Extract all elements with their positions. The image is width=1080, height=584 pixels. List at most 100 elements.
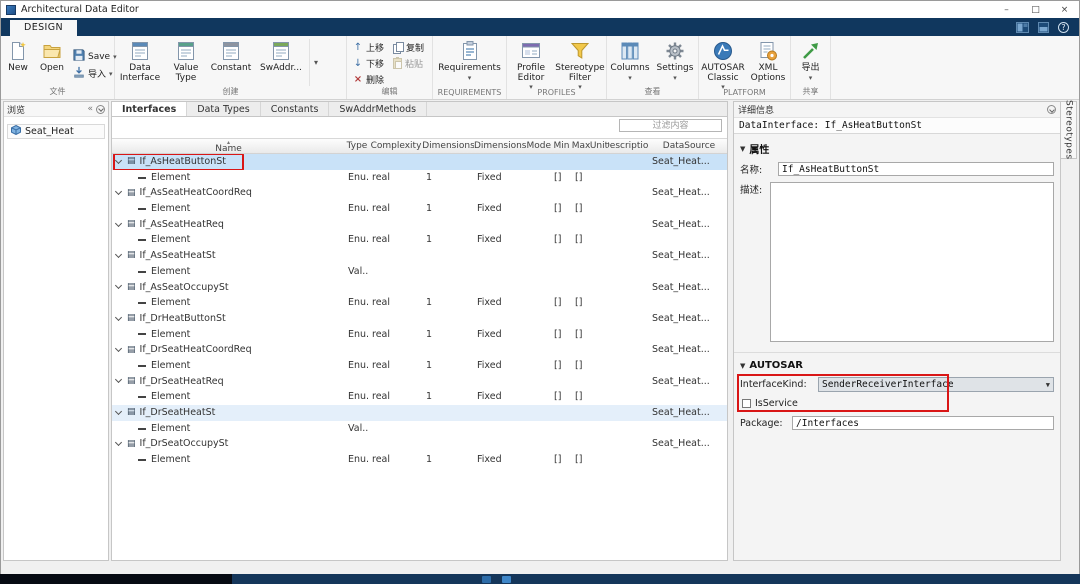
- column-header-complexity[interactable]: Complexity: [369, 139, 423, 153]
- xml-options-button[interactable]: XML Options: [747, 39, 789, 86]
- swaddr-button[interactable]: SwAddr...: [255, 39, 307, 86]
- chevron-down-icon[interactable]: [115, 282, 122, 289]
- element-dash-icon: [138, 239, 146, 241]
- settings-button[interactable]: Settings ▾: [653, 39, 697, 86]
- taskbar-app-icon[interactable]: [482, 576, 491, 583]
- window-layout-icon[interactable]: [1016, 18, 1029, 37]
- chevron-down-icon[interactable]: [115, 251, 122, 258]
- table-row[interactable]: ElementEnu...real1Fixed[][]: [112, 201, 727, 217]
- interface-kind-label: InterfaceKind:: [740, 379, 818, 390]
- column-header-dimensionsmode[interactable]: DimensionsMode: [474, 139, 551, 153]
- tab-interfaces[interactable]: Interfaces: [112, 102, 187, 116]
- constant-button[interactable]: Constant: [207, 39, 255, 86]
- cell-name: Element: [112, 452, 345, 468]
- panel-menu-icon[interactable]: [96, 105, 105, 114]
- chevron-down-icon[interactable]: [115, 220, 122, 227]
- column-header-name[interactable]: ▴Name: [112, 139, 345, 153]
- table-row[interactable]: ElementEnu...real1Fixed[][]: [112, 358, 727, 374]
- table-row[interactable]: ▤If_AsSeatHeatStSeat_Heat...: [112, 248, 727, 264]
- element-dash-icon: [138, 177, 146, 179]
- table-row[interactable]: ▤If_DrSeatHeatCoordReqSeat_Heat...: [112, 342, 727, 358]
- column-header-dimensions[interactable]: Dimensions: [423, 139, 474, 153]
- table-row[interactable]: ElementEnu...real1Fixed[][]: [112, 389, 727, 405]
- table-row[interactable]: ▤If_AsSeatOccupyStSeat_Heat...: [112, 280, 727, 296]
- table-row[interactable]: ElementVal...: [112, 264, 727, 280]
- close-button[interactable]: ×: [1050, 1, 1079, 18]
- ribbon-group-requirements: Requirements ▾ REQUIREMENTS: [433, 36, 507, 99]
- tree-item-label: Seat_Heat: [25, 126, 74, 137]
- move-up-button[interactable]: ↑上移: [351, 41, 386, 54]
- table-row[interactable]: ▤If_DrSeatHeatReqSeat_Heat...: [112, 374, 727, 390]
- table-row[interactable]: ▤If_AsSeatHeatCoordReqSeat_Heat...: [112, 185, 727, 201]
- table-row[interactable]: ElementEnu...real1Fixed[][]: [112, 170, 727, 186]
- cell-type: Enu...: [345, 327, 369, 343]
- data-interface-button[interactable]: Data Interface: [115, 39, 165, 86]
- value-type-button[interactable]: Value Type: [165, 39, 207, 86]
- column-header-max[interactable]: Max: [572, 139, 590, 153]
- chevron-down-icon[interactable]: [115, 188, 122, 195]
- collapse-panel-icon[interactable]: «: [87, 105, 93, 114]
- tab-design[interactable]: DESIGN: [10, 20, 77, 36]
- profile-editor-button[interactable]: Profile Editor ▾: [507, 39, 555, 86]
- column-header-min[interactable]: Min: [551, 139, 572, 153]
- requirements-button[interactable]: Requirements ▾: [437, 39, 503, 86]
- table-row[interactable]: ▤If_DrSeatOccupyStSeat_Heat...: [112, 436, 727, 452]
- minimize-button[interactable]: –: [992, 1, 1021, 18]
- tree-item-seat-heat[interactable]: Seat_Heat: [7, 124, 105, 139]
- table-row[interactable]: ElementVal...: [112, 421, 727, 437]
- table-row[interactable]: ElementEnu...real1Fixed[][]: [112, 232, 727, 248]
- interface-kind-dropdown[interactable]: SenderReceiverInterface ▼: [818, 377, 1054, 392]
- table-row[interactable]: ▤If_DrHeatButtonStSeat_Heat...: [112, 311, 727, 327]
- chevron-down-icon[interactable]: [115, 157, 122, 164]
- tab-constants[interactable]: Constants: [261, 102, 330, 116]
- taskbar-app-icon[interactable]: [502, 576, 511, 583]
- table-row[interactable]: ▤If_AsHeatButtonStSeat_Heat...: [112, 154, 727, 170]
- autosar-classic-button[interactable]: AUTOSAR Classic ▾: [699, 39, 747, 86]
- collapse-arrow-icon[interactable]: ▼: [740, 362, 745, 370]
- import-button[interactable]: 导入 ▾: [71, 67, 119, 80]
- collapse-arrow-icon[interactable]: ▼: [740, 145, 745, 153]
- copy-button[interactable]: 复制: [391, 41, 426, 54]
- gallery-expand-button[interactable]: ▾: [309, 39, 322, 86]
- maximize-button[interactable]: □: [1021, 1, 1050, 18]
- stereotypes-panel-tab[interactable]: Stereotypes: [1060, 101, 1077, 159]
- column-header-description[interactable]: Description: [608, 139, 649, 153]
- cell-name: Element: [112, 295, 345, 311]
- tab-swaddrmethods[interactable]: SwAddrMethods: [329, 102, 427, 116]
- chevron-down-icon[interactable]: [115, 376, 122, 383]
- browser-panel-header: 浏览 «: [4, 102, 108, 117]
- delete-button[interactable]: ×删除: [351, 73, 386, 86]
- paste-button[interactable]: 粘贴: [391, 57, 426, 70]
- is-service-checkbox[interactable]: [742, 399, 751, 408]
- chevron-down-icon[interactable]: [115, 408, 122, 415]
- import-icon: [73, 66, 85, 81]
- tab-data-types[interactable]: Data Types: [187, 102, 260, 116]
- open-button[interactable]: Open: [35, 39, 69, 86]
- chevron-down-icon[interactable]: [115, 439, 122, 446]
- column-header-datasource[interactable]: DataSource: [649, 139, 729, 153]
- help-icon[interactable]: ?: [1058, 22, 1069, 33]
- package-field[interactable]: [792, 416, 1054, 430]
- panels-icon[interactable]: [1038, 18, 1049, 37]
- new-button[interactable]: New: [1, 39, 35, 86]
- name-field[interactable]: [778, 162, 1054, 176]
- export-button[interactable]: 导出 ▾: [793, 39, 829, 86]
- move-down-button[interactable]: ↓下移: [351, 57, 386, 70]
- interface-icon: ▤: [127, 377, 136, 386]
- description-field[interactable]: [770, 182, 1054, 342]
- table-row[interactable]: ElementEnu...real1Fixed[][]: [112, 295, 727, 311]
- table-row[interactable]: ▤If_AsSeatHeatReqSeat_Heat...: [112, 217, 727, 233]
- table-row[interactable]: ▤If_DrSeatHeatStSeat_Heat...: [112, 405, 727, 421]
- column-header-unit[interactable]: Unit: [590, 139, 608, 153]
- paste-icon: [393, 58, 402, 69]
- table-row[interactable]: ElementEnu...real1Fixed[][]: [112, 327, 727, 343]
- column-header-type[interactable]: Type: [345, 139, 369, 153]
- panel-menu-icon[interactable]: [1047, 105, 1056, 114]
- table-row[interactable]: ElementEnu...real1Fixed[][]: [112, 452, 727, 468]
- chevron-down-icon[interactable]: [115, 314, 122, 321]
- columns-button[interactable]: Columns ▾: [607, 39, 653, 86]
- filter-input[interactable]: [619, 119, 722, 132]
- stereotype-filter-button[interactable]: Stereotype Filter ▾: [555, 39, 605, 86]
- chevron-down-icon[interactable]: [115, 345, 122, 352]
- save-button[interactable]: Save ▾: [71, 50, 119, 63]
